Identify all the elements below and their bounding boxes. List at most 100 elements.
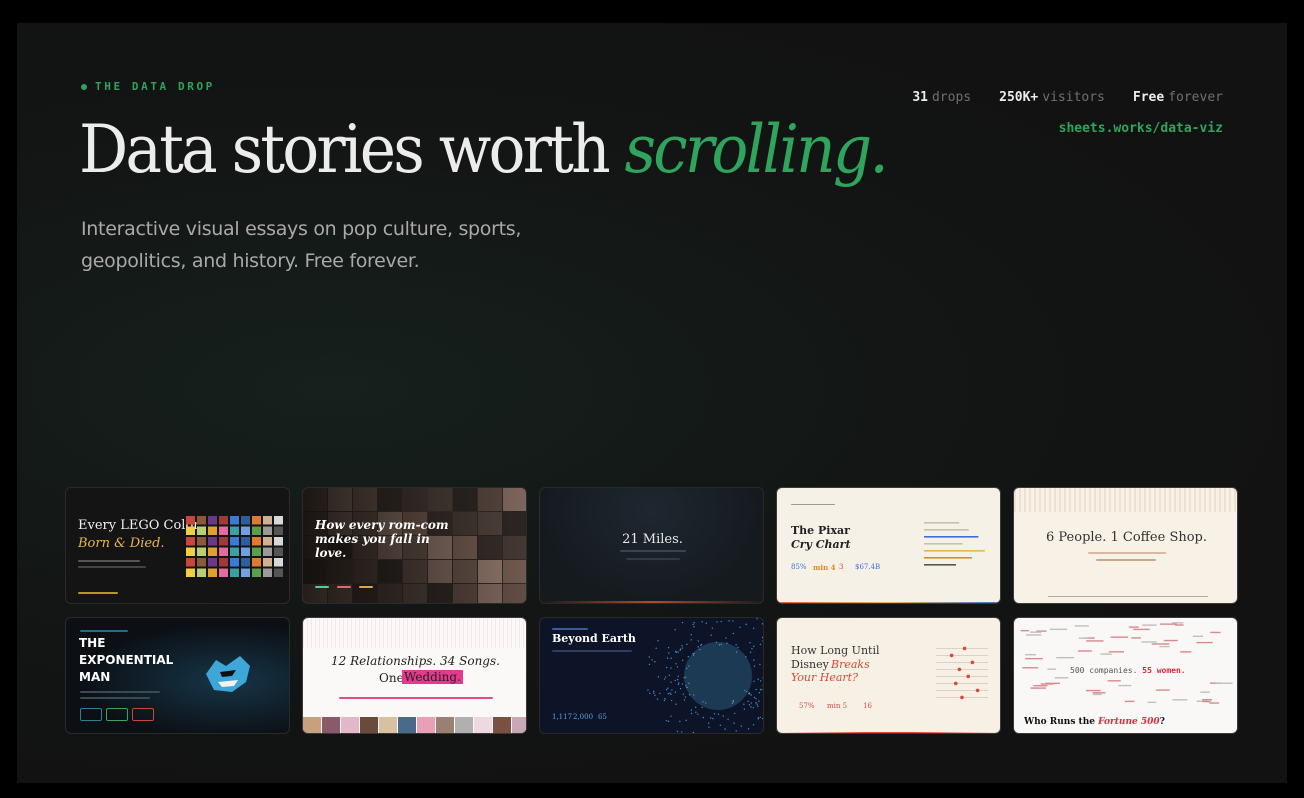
lego-swatch [252,526,261,535]
lego-swatch [241,526,250,535]
story-card-lego[interactable]: Every LEGO Color, Born & Died. [65,487,290,604]
company-name-mark [1074,625,1089,627]
satellite-dot [681,621,684,624]
story-card-pixar[interactable]: The Pixar Cry Chart 85% min 4 3 $67.4B [776,487,1001,604]
story-card-beyond-earth[interactable]: Beyond Earth 1,117 2,000 65 [539,617,764,734]
company-name-mark [1056,656,1075,659]
company-name-mark [1202,699,1213,701]
satellite-dot [648,663,651,666]
satellite-dot [757,705,759,707]
satellite-dot [681,659,684,662]
satellite-dot [732,701,735,703]
satellite-dot [757,717,760,719]
satellite-dot [710,634,712,636]
satellite-dot [687,655,689,658]
lego-swatch [241,568,250,577]
satellite-dot [681,731,683,733]
story-card-coffee[interactable]: 6 People. 1 Coffee Shop. [1013,487,1238,604]
card-center-text: 500 companies. 55 women. [1070,666,1186,675]
lego-swatch [263,568,272,577]
satellite-dot [762,677,763,679]
satellite-dot [762,684,763,687]
card-title-line2: makes you fall in [315,532,430,546]
company-name-mark [1142,624,1157,626]
story-card-romcom[interactable]: How every rom-com makes you fall in love… [302,487,527,604]
card-title: 6 People. 1 Coffee Shop. [1045,530,1207,545]
lego-swatch [263,547,272,556]
story-card-21-miles[interactable]: 21 Miles. [539,487,764,604]
card-title-accent: Breaks [831,658,870,671]
disney-line [936,676,988,677]
satellite-dot [705,702,707,704]
satellite-dot [759,688,762,691]
satellite-dot [709,717,712,719]
card-title: THE [79,636,106,650]
satellite-dot [690,709,693,711]
satellite-dot [755,688,757,691]
company-name-mark [1200,691,1210,693]
satellite-dot [759,663,761,666]
lego-swatch [252,568,261,577]
satellite-dot [674,650,677,653]
satellite-dot [757,678,759,680]
pixar-bar [924,564,956,566]
satellite-dot [663,678,666,680]
satellite-dot [697,646,699,648]
pixar-bar [924,529,969,531]
brand-text: THE DATA DROP [95,80,215,93]
satellite-dot [725,637,727,639]
lego-swatch [197,526,206,535]
company-name-mark [1092,692,1106,694]
satellite-dot [724,732,725,733]
satellite-dot [745,656,747,658]
satellite-dot [674,629,676,631]
headline-main: Data stories worth [79,111,625,188]
satellite-dot [685,676,687,678]
lego-swatch [263,558,272,567]
company-name-mark [1196,641,1213,644]
lego-swatch [197,537,206,546]
story-card-relationships[interactable]: 12 Relationships. 34 Songs. One Wedding. [302,617,527,734]
company-name-mark [1078,637,1089,639]
story-card-fortune-500[interactable]: 500 companies. 55 women. Who Runs the Fo… [1013,617,1238,734]
satellite-dot [713,713,716,715]
card-stat: 57% [799,702,815,710]
card-title-accent-line2: Your Heart? [791,671,859,684]
company-name-mark [1110,636,1128,638]
satellite-dot [744,689,746,692]
satellite-dot [693,622,695,624]
satellite-dot [745,623,747,626]
photo-tile [436,717,454,733]
photo-tile [341,717,359,733]
satellite-dot [740,725,742,727]
card-title-line2: One [379,671,404,685]
satellite-dot [739,626,741,628]
photo-tile [493,717,511,733]
satellite-dot [700,643,703,646]
story-card-disney[interactable]: How Long Until Disney Breaks Your Heart?… [776,617,1001,734]
stat-label: drops [931,90,972,105]
story-card-exponential-man[interactable]: THE EXPONENTIAL MAN [65,617,290,734]
lego-swatch [230,526,239,535]
satellite-dot [711,627,714,629]
satellite-dot [681,645,683,647]
disney-dot [966,674,971,679]
satellite-dot [692,623,694,626]
satellite-dot [676,678,679,681]
photo-tile [455,717,473,733]
satellite-dot [668,652,670,654]
lego-swatch [219,568,228,577]
lego-swatch [252,547,261,556]
site-link[interactable]: sheets.works/data-viz [1059,121,1223,136]
satellite-dot [712,717,714,720]
satellite-dot [752,724,755,726]
company-name-mark [1155,689,1170,691]
satellite-dot [686,667,688,670]
satellite-dot [667,720,670,723]
satellite-dot [750,694,752,696]
satellite-dot [657,676,660,678]
satellite-dot [756,618,758,620]
stat-visitors: 250K+ visitors [999,90,1105,105]
company-name-mark [1141,641,1157,643]
lego-swatch [208,526,217,535]
